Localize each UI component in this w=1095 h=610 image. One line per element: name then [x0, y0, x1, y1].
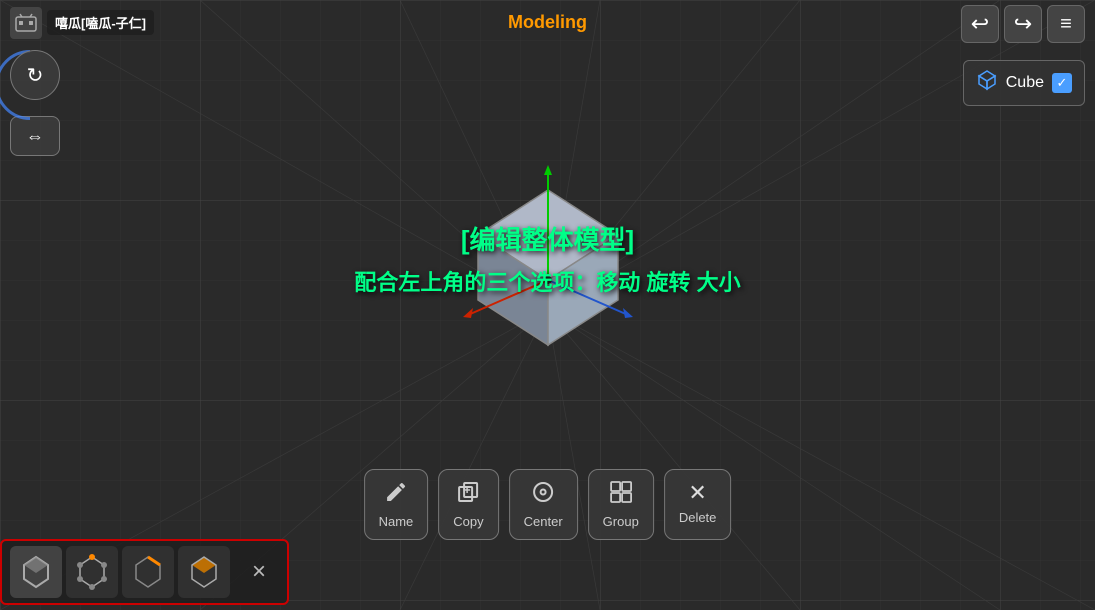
- edge-mode-button[interactable]: [122, 546, 174, 598]
- group-label: Group: [603, 514, 639, 529]
- bottom-modes-panel: ×: [0, 539, 289, 605]
- bottom-toolbar: Name Copy Center: [364, 469, 732, 540]
- delete-label: Delete: [679, 510, 717, 525]
- copy-icon: [456, 480, 480, 510]
- center-button[interactable]: Center: [509, 469, 578, 540]
- center-line2: 配合左上角的三个选项：移动 旋转 大小: [354, 265, 740, 297]
- object-mode-button[interactable]: [10, 546, 62, 598]
- cube-icon: [976, 69, 998, 97]
- center-text-overlay: [编辑整体模型] 配合左上角的三个选项：移动 旋转 大小: [354, 220, 740, 297]
- redo-button[interactable]: ↪: [1004, 5, 1042, 43]
- viewport[interactable]: 嘻瓜[嗑瓜-子仁] Modeling ↩ ↪ ≡ ↻ ⇔: [0, 0, 1095, 610]
- copy-button[interactable]: Copy: [438, 469, 498, 540]
- center-label: Center: [524, 514, 563, 529]
- center-line1: [编辑整体模型]: [354, 220, 740, 257]
- menu-button[interactable]: ≡: [1047, 5, 1085, 43]
- object-panel: Cube ✓: [963, 60, 1085, 106]
- cube-checkbox[interactable]: ✓: [1052, 73, 1072, 93]
- rotate-button[interactable]: ↻: [10, 50, 60, 100]
- close-button[interactable]: ×: [239, 552, 279, 592]
- cube-label: Cube: [1006, 74, 1044, 92]
- pencil-icon: [384, 480, 408, 510]
- group-button[interactable]: Group: [588, 469, 654, 540]
- top-right-controls: ↩ ↪ ≡: [961, 5, 1085, 43]
- delete-button[interactable]: ✕ Delete: [664, 469, 732, 540]
- top-bar: 嘻瓜[嗑瓜-子仁] Modeling ↩ ↪ ≡: [0, 0, 1095, 45]
- center-icon: [531, 480, 555, 510]
- delete-icon: ✕: [688, 480, 706, 506]
- channel-title: 嘻瓜[嗑瓜-子仁]: [55, 13, 146, 32]
- left-controls: ↻ ⇔: [10, 50, 60, 156]
- copy-label: Copy: [453, 514, 483, 529]
- mode-label: Modeling: [508, 12, 587, 33]
- title-area: 嘻瓜[嗑瓜-子仁]: [0, 7, 164, 39]
- face-mode-button[interactable]: [178, 546, 230, 598]
- group-icon: [609, 480, 633, 510]
- vertex-mode-button[interactable]: [66, 546, 118, 598]
- bili-icon: 嘻瓜[嗑瓜-子仁]: [10, 7, 154, 39]
- name-button[interactable]: Name: [364, 469, 429, 540]
- name-label: Name: [379, 514, 414, 529]
- undo-button[interactable]: ↩: [961, 5, 999, 43]
- close-icon: ×: [252, 558, 266, 586]
- flip-button[interactable]: ⇔: [10, 116, 60, 156]
